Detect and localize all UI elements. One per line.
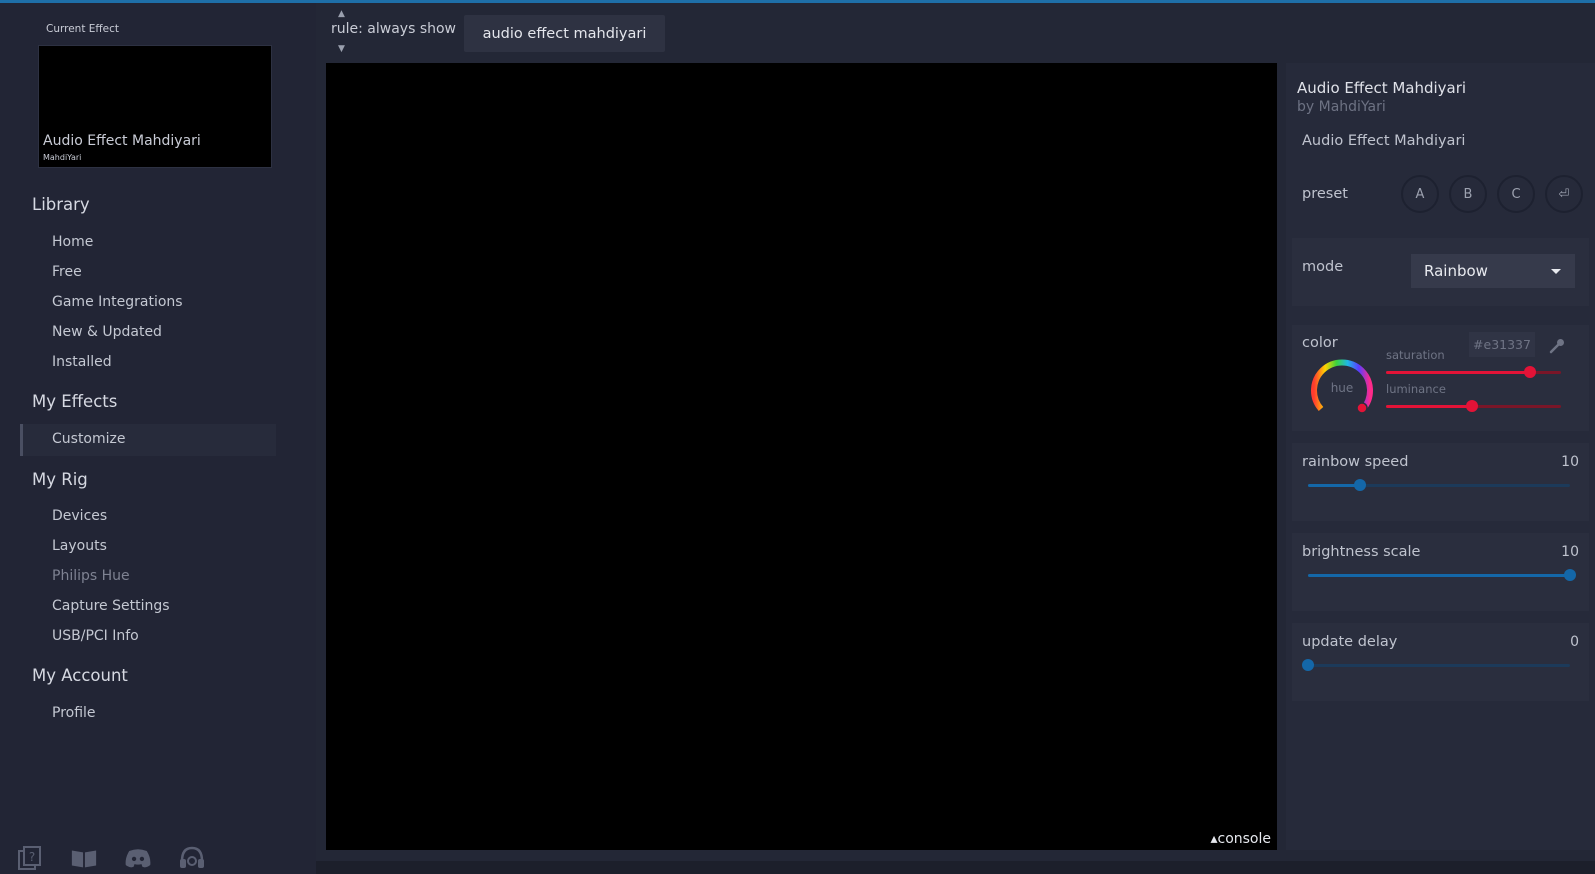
- update-delay-slider[interactable]: [1308, 664, 1570, 667]
- sidebar-bottom-icons: ?: [16, 845, 206, 871]
- rainbow-speed-card: rainbow speed 10: [1292, 443, 1589, 521]
- update-delay-value: 0: [1570, 634, 1579, 650]
- rainbow-speed-fill: [1308, 484, 1361, 487]
- luminance-label: luminance: [1386, 382, 1446, 396]
- effect-info-card: Audio Effect Mahdiyari by MahdiYari Audi…: [1292, 67, 1589, 235]
- mode-value: Rainbow: [1424, 262, 1488, 280]
- saturation-fill: [1386, 371, 1530, 374]
- preview-title: Audio Effect Mahdiyari: [43, 133, 201, 149]
- rainbow-speed-value: 10: [1561, 454, 1579, 470]
- current-effect-label: Current Effect: [46, 23, 119, 35]
- rule-label: rule: always show: [331, 21, 457, 37]
- sidebar-item-layouts[interactable]: Layouts: [52, 538, 107, 554]
- brightness-scale-fill: [1308, 574, 1570, 577]
- sidebar-item-profile[interactable]: Profile: [52, 705, 96, 721]
- brightness-scale-card: brightness scale 10: [1292, 533, 1589, 611]
- mode-label: mode: [1302, 259, 1344, 275]
- help-icon[interactable]: ?: [16, 845, 44, 871]
- section-library: Library: [32, 195, 90, 214]
- preview-author: MahdiYari: [43, 153, 82, 162]
- saturation-thumb[interactable]: [1523, 366, 1536, 378]
- luminance-fill: [1386, 405, 1472, 408]
- sidebar-item-customize[interactable]: Customize: [52, 431, 126, 447]
- rule-down-arrow[interactable]: ▼: [338, 43, 345, 55]
- hue-thumb[interactable]: [1356, 402, 1368, 414]
- rule-up-arrow[interactable]: ▲: [338, 8, 345, 20]
- mode-card: mode Rainbow: [1292, 238, 1589, 306]
- hue-label: hue: [1331, 381, 1354, 395]
- support-headset-icon[interactable]: [178, 845, 206, 871]
- chevron-down-icon: [1551, 269, 1561, 274]
- preset-a-button[interactable]: A: [1401, 175, 1439, 213]
- rainbow-speed-thumb[interactable]: [1354, 479, 1367, 491]
- rainbow-speed-label: rainbow speed: [1302, 454, 1409, 470]
- sidebar-item-capture-settings[interactable]: Capture Settings: [52, 598, 170, 614]
- luminance-thumb[interactable]: [1465, 400, 1478, 412]
- preset-c-button[interactable]: C: [1497, 175, 1535, 213]
- effect-canvas: ▴console: [326, 63, 1277, 850]
- preset-b-button[interactable]: B: [1449, 175, 1487, 213]
- sidebar-item-home[interactable]: Home: [52, 234, 93, 250]
- color-card: color #e31337 hue saturation luminance: [1292, 325, 1589, 431]
- preset-reset-button[interactable]: ⏎: [1545, 175, 1583, 213]
- brightness-scale-label: brightness scale: [1302, 544, 1421, 560]
- preset-label: preset: [1302, 186, 1348, 202]
- color-hex-field[interactable]: #e31337: [1469, 332, 1535, 357]
- brightness-scale-value: 10: [1561, 544, 1579, 560]
- update-delay-thumb[interactable]: [1302, 659, 1314, 671]
- section-my-effects: My Effects: [32, 392, 118, 411]
- hue-wheel[interactable]: hue: [1307, 353, 1377, 423]
- svg-text:?: ?: [29, 850, 35, 864]
- saturation-label: saturation: [1386, 348, 1445, 362]
- sidebar-item-new-updated[interactable]: New & Updated: [52, 324, 162, 340]
- effect-name: Audio Effect Mahdiyari: [1297, 79, 1467, 97]
- update-delay-label: update delay: [1302, 634, 1398, 650]
- discord-icon[interactable]: [124, 845, 152, 871]
- sidebar-item-game-integrations[interactable]: Game Integrations: [52, 294, 183, 310]
- mode-select[interactable]: Rainbow: [1411, 254, 1575, 288]
- effect-description: Audio Effect Mahdiyari: [1302, 133, 1466, 149]
- console-toggle[interactable]: ▴console: [1210, 831, 1271, 847]
- sidebar-item-free[interactable]: Free: [52, 264, 82, 280]
- effect-tab[interactable]: audio effect mahdiyari: [464, 15, 665, 52]
- sidebar: Current Effect Audio Effect Mahdiyari Ma…: [0, 3, 316, 874]
- eyedropper-icon[interactable]: [1548, 337, 1566, 359]
- bottom-strip: [316, 861, 1595, 874]
- book-icon[interactable]: [70, 845, 98, 871]
- sidebar-item-devices[interactable]: Devices: [52, 508, 107, 524]
- brightness-scale-thumb[interactable]: [1564, 569, 1576, 581]
- effect-settings-panel: Audio Effect Mahdiyari by MahdiYari Audi…: [1286, 63, 1595, 850]
- update-delay-card: update delay 0: [1292, 623, 1589, 701]
- sidebar-item-usb-pci-info[interactable]: USB/PCI Info: [52, 628, 139, 644]
- sidebar-item-philips-hue[interactable]: Philips Hue: [52, 568, 130, 584]
- section-my-rig: My Rig: [32, 470, 88, 489]
- current-effect-preview[interactable]: Audio Effect Mahdiyari MahdiYari: [38, 45, 272, 168]
- effect-author: by MahdiYari: [1297, 99, 1386, 115]
- sidebar-item-installed[interactable]: Installed: [52, 354, 112, 370]
- section-my-account: My Account: [32, 666, 128, 685]
- color-label: color: [1302, 335, 1338, 351]
